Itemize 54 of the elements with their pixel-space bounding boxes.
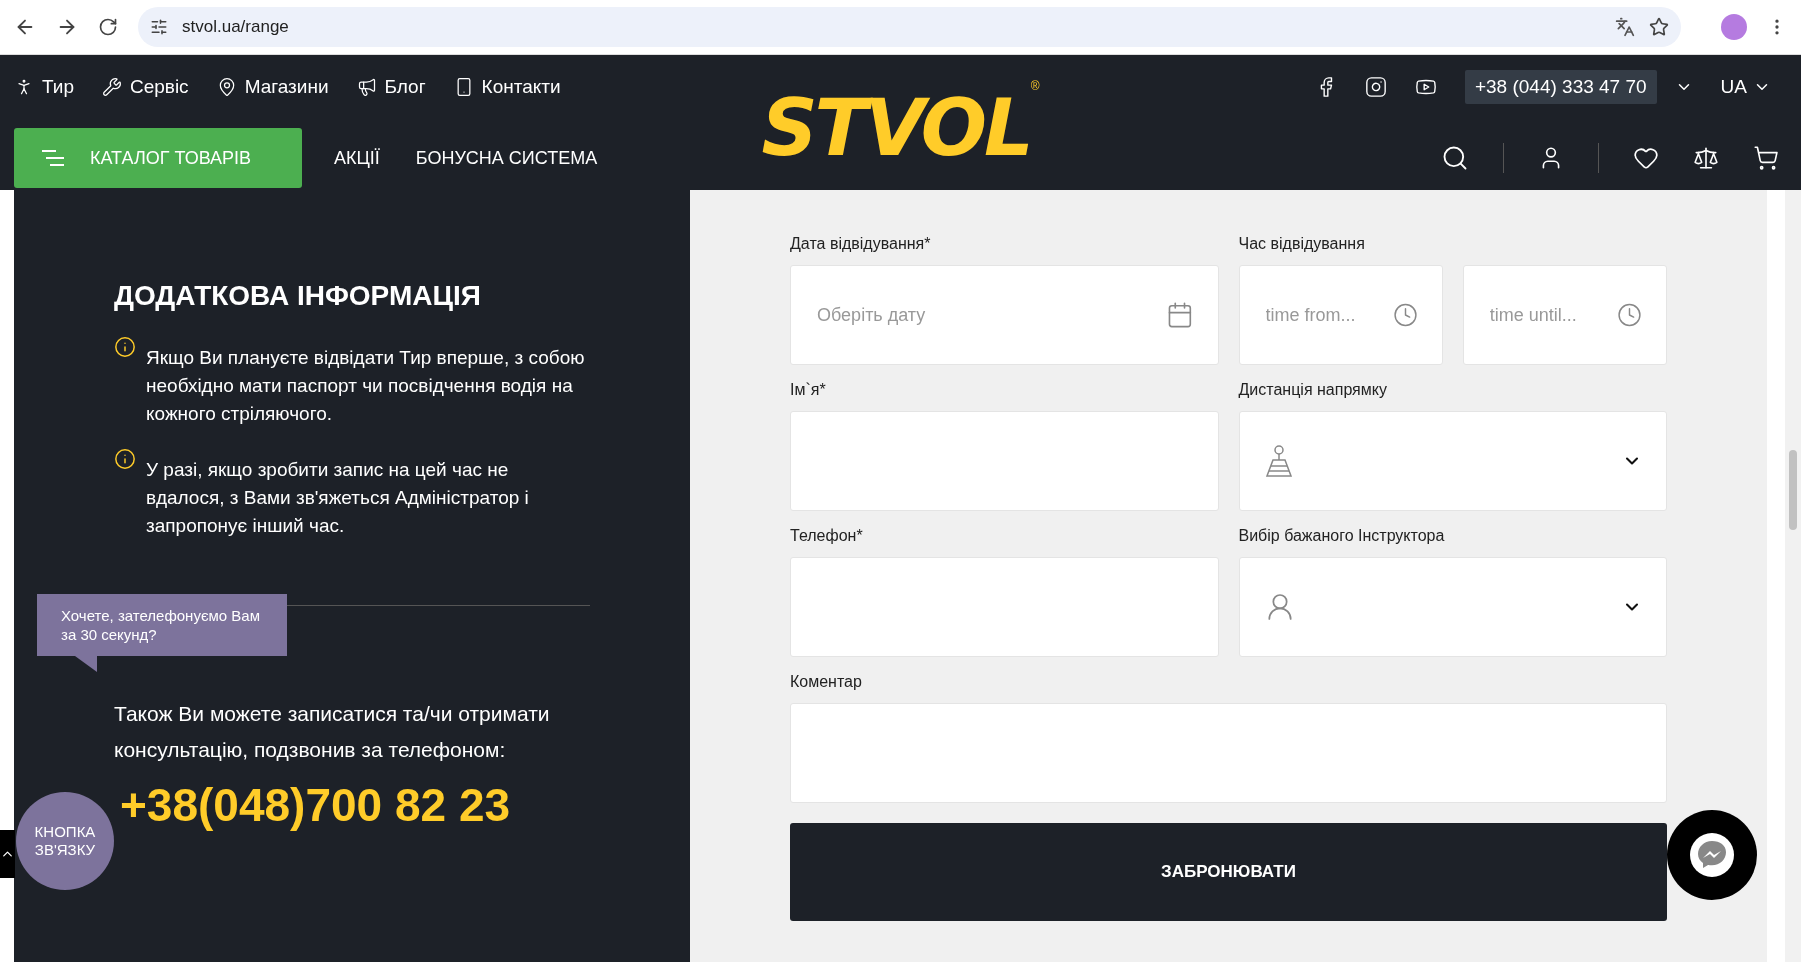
field-label: Ім`я* [790, 381, 827, 399]
nav-link[interactable]: Блог [356, 76, 426, 98]
info-text: Якщо Ви плануєте відвідати Тир вперше, з собою необхідно мати паспорт чи посвідчення водія на кожного стріляючого. [146, 346, 586, 426]
info-icon [114, 336, 136, 358]
field-label: Дата відвідування* [790, 235, 932, 253]
field-label: Телефон* [790, 527, 864, 545]
wrench-icon [101, 77, 122, 97]
time-field[interactable]: time until... [1487, 303, 1617, 327]
heart-icon[interactable] [1633, 145, 1659, 171]
info-text: У разі, якщо зробити запис на цей час не вдалося, з Вами зв'яжеться Адміністратор і запропонує інший час. [146, 458, 530, 538]
select-field[interactable] [1238, 557, 1667, 657]
instagram-icon[interactable] [1364, 76, 1387, 98]
comment-field[interactable] [790, 703, 1667, 803]
select-field[interactable] [1238, 411, 1667, 511]
contact-text: Також Ви можете записатися та/чи отримати консультацію, подзвонив за телефоном: [114, 701, 551, 763]
nav-link[interactable]: Контакти [453, 76, 561, 98]
target-lanes-icon [1263, 444, 1294, 478]
date-field[interactable]: Оберіть дату [815, 303, 1166, 327]
field-label: Дистанція напрямку [1238, 381, 1388, 399]
nav-link[interactable]: Тир [14, 76, 74, 98]
phone-link[interactable]: +38(048)700 82 23 [120, 778, 511, 832]
site-settings-icon[interactable] [150, 18, 168, 36]
scroll-up-button[interactable] [0, 830, 15, 878]
nav-link[interactable]: Сервіс [101, 76, 189, 98]
field-label: Вибір бажаного Інструктора [1238, 527, 1446, 545]
phone-number[interactable]: +38 (044) 333 47 70 [1464, 70, 1657, 104]
translate-icon[interactable] [1615, 17, 1635, 37]
nav-link[interactable]: Магазини [216, 76, 329, 98]
submit-button[interactable]: ЗАБРОНЮВАТИ [790, 823, 1667, 921]
cart-icon[interactable] [1753, 145, 1779, 171]
menu-icon [42, 150, 64, 166]
address-bar[interactable]: stvol.ua/range [138, 7, 1681, 47]
logo[interactable]: STVOL [761, 88, 1031, 167]
input-field[interactable] [790, 411, 1219, 511]
search-icon[interactable] [1441, 144, 1469, 172]
megaphone-icon [356, 77, 377, 97]
chat-bubble-icon [1689, 832, 1735, 878]
language-selector[interactable]: UA [1720, 76, 1747, 98]
callback-tooltip: Хочете, зателефонуємо Вам за 30 секунд? [37, 594, 287, 672]
reload-icon[interactable] [98, 17, 118, 37]
nav-link[interactable]: БОНУСНА СИСТЕМА [415, 147, 598, 169]
registered-mark: ® [1030, 79, 1040, 93]
input-field[interactable] [790, 557, 1219, 657]
section-title: ДОДАТКОВА ІНФОРМАЦІЯ [114, 280, 482, 312]
scrollbar-thumb[interactable] [1789, 450, 1797, 530]
star-icon[interactable] [1649, 17, 1669, 37]
scales-icon[interactable] [1693, 145, 1719, 171]
field-label: Час відвідування [1238, 235, 1366, 253]
avatar[interactable] [1721, 14, 1747, 40]
field-label: Коментар [790, 673, 863, 691]
info-icon [114, 448, 136, 470]
nav-link[interactable]: АКЦІЇ [334, 147, 380, 169]
url-text: stvol.ua/range [182, 17, 289, 37]
time-field[interactable]: time from... [1263, 303, 1393, 327]
